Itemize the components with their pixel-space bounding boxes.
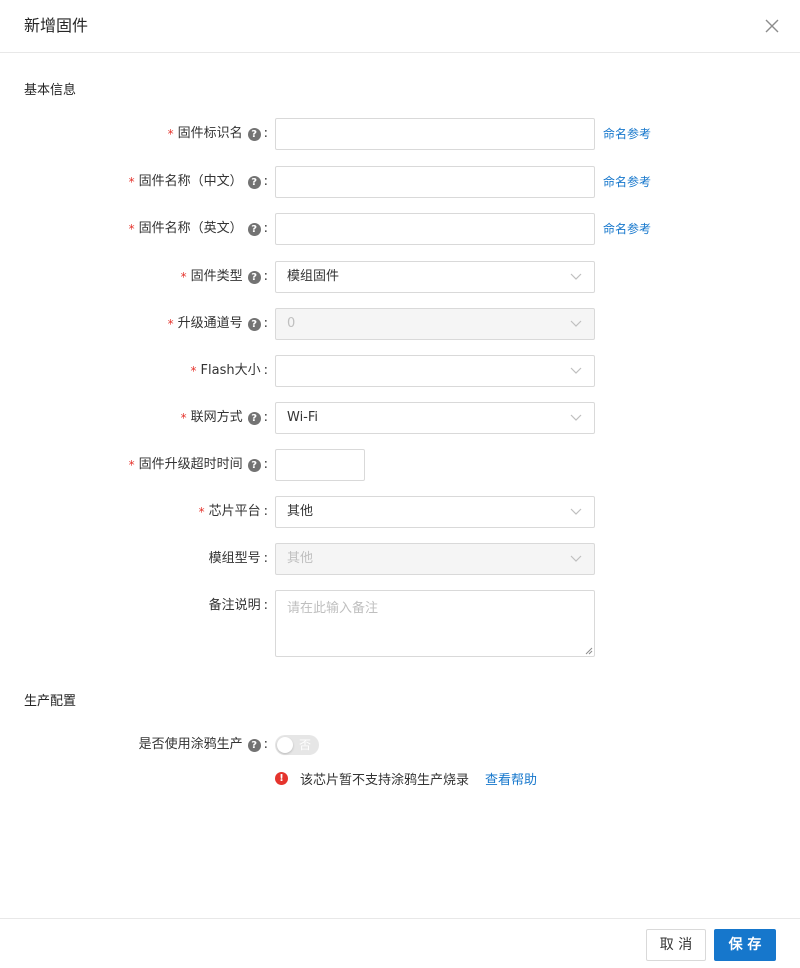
label-text: 升级通道号 (177, 316, 243, 331)
name-cn-input[interactable] (275, 166, 595, 198)
required-mark: * (128, 458, 135, 472)
flash-size-select[interactable] (275, 355, 595, 387)
notice-message: 该芯片暂不支持涂鸦生产烧录 (300, 772, 470, 788)
label-colon: : (263, 126, 268, 141)
label-colon: : (263, 269, 268, 284)
required-mark: * (167, 317, 174, 331)
firmware-key-input[interactable] (275, 118, 595, 150)
label-colon: : (263, 504, 268, 519)
required-mark: * (190, 364, 197, 378)
required-mark: * (180, 411, 187, 425)
label-text: 联网方式 (190, 410, 243, 425)
textarea-placeholder: 请在此输入备注 (287, 601, 379, 616)
help-icon[interactable]: ? (247, 458, 261, 472)
help-icon[interactable]: ? (247, 317, 261, 331)
section-production-config: 生产配置 (24, 694, 77, 709)
label-colon: : (263, 410, 268, 425)
label-text: 固件类型 (190, 269, 243, 284)
help-icon[interactable]: ? (247, 127, 261, 141)
error-icon: ! (275, 771, 288, 785)
help-icon[interactable]: ? (247, 222, 261, 236)
form-label: * 固件升级超时时间 ? : (129, 449, 268, 481)
label-text: 备注说明 (208, 598, 261, 613)
label-text: Flash大小 (200, 363, 261, 378)
label-colon: : (263, 221, 268, 236)
chevron-down-icon (570, 273, 582, 280)
chip-platform-select[interactable]: 其他 (275, 496, 595, 528)
naming-reference-link[interactable]: 命名参考 (603, 213, 651, 245)
label-text: 芯片平台 (208, 504, 261, 519)
help-icon[interactable]: ? (247, 738, 261, 752)
required-mark: * (198, 505, 205, 519)
resize-grip-icon[interactable] (585, 647, 593, 655)
view-help-link[interactable]: 查看帮助 (485, 769, 537, 788)
naming-reference-link[interactable]: 命名参考 (603, 118, 651, 150)
required-mark: * (128, 222, 135, 236)
label-text: 固件名称（中文） (138, 174, 243, 189)
form-label: * 固件类型 ? : (181, 261, 268, 293)
network-mode-select[interactable]: Wi-Fi (275, 402, 595, 434)
chevron-down-icon (570, 367, 582, 374)
required-mark: * (180, 270, 187, 284)
upgrade-channel-select: 0 (275, 308, 595, 340)
label-colon: : (263, 316, 268, 331)
chevron-down-icon (570, 320, 582, 327)
label-colon: : (263, 174, 268, 189)
form-label: * 芯片平台 : (199, 496, 268, 528)
section-basic-info: 基本信息 (24, 83, 77, 98)
label-text: 是否使用涂鸦生产 (138, 737, 243, 752)
label-colon: : (263, 363, 268, 378)
upgrade-timeout-input[interactable] (275, 449, 365, 481)
graffiti-production-toggle[interactable]: 否 (275, 735, 319, 755)
label-text: 固件名称（英文） (138, 221, 243, 236)
remark-textarea[interactable]: 请在此输入备注 (275, 590, 595, 657)
form-label: * 固件名称（中文） ? : (129, 166, 268, 198)
chevron-down-icon (570, 508, 582, 515)
label-text: 固件标识名 (177, 126, 243, 141)
required-mark: * (128, 175, 135, 189)
form-label: * 升级通道号 ? : (168, 308, 268, 340)
label-colon: : (263, 598, 268, 613)
dialog-header: 新增固件 (0, 0, 800, 53)
selected-value: 0 (287, 316, 296, 331)
form-label: 是否使用涂鸦生产 ? : (139, 729, 268, 761)
selected-value: Wi-Fi (287, 410, 319, 425)
toggle-text: 否 (299, 738, 312, 752)
required-mark: * (167, 127, 174, 141)
label-text: 模组型号 (208, 551, 261, 566)
add-firmware-dialog: 新增固件 基本信息 * 固件标识名 ? : 命名参考 * 固件名称（中文） ? … (0, 0, 800, 968)
selected-value: 其他 (287, 504, 314, 519)
form-label: 模组型号 : (209, 543, 268, 575)
label-colon: : (263, 457, 268, 472)
name-en-input[interactable] (275, 213, 595, 245)
form-label: * Flash大小 : (191, 355, 268, 387)
module-model-select: 其他 (275, 543, 595, 575)
form-label: * 联网方式 ? : (181, 402, 268, 434)
help-icon[interactable]: ? (247, 270, 261, 284)
dialog-footer: 取 消 保 存 (0, 918, 800, 968)
firmware-type-select[interactable]: 模组固件 (275, 261, 595, 293)
save-button[interactable]: 保 存 (714, 929, 776, 961)
production-notice: ! 该芯片暂不支持涂鸦生产烧录 查看帮助 (275, 768, 537, 788)
label-colon: : (263, 737, 268, 752)
help-icon[interactable]: ? (247, 175, 261, 189)
toggle-knob (277, 737, 293, 753)
close-icon[interactable] (762, 16, 782, 36)
dialog-title: 新增固件 (24, 16, 89, 35)
selected-value: 其他 (287, 551, 314, 566)
naming-reference-link[interactable]: 命名参考 (603, 166, 651, 198)
form-label: * 固件名称（英文） ? : (129, 213, 268, 245)
form-label: 备注说明 : (209, 590, 268, 622)
chevron-down-icon (570, 414, 582, 421)
label-text: 固件升级超时时间 (138, 457, 243, 472)
form-label: * 固件标识名 ? : (168, 118, 268, 150)
chevron-down-icon (570, 555, 582, 562)
selected-value: 模组固件 (287, 269, 340, 284)
label-colon: : (263, 551, 268, 566)
help-icon[interactable]: ? (247, 411, 261, 425)
cancel-button[interactable]: 取 消 (646, 929, 706, 961)
